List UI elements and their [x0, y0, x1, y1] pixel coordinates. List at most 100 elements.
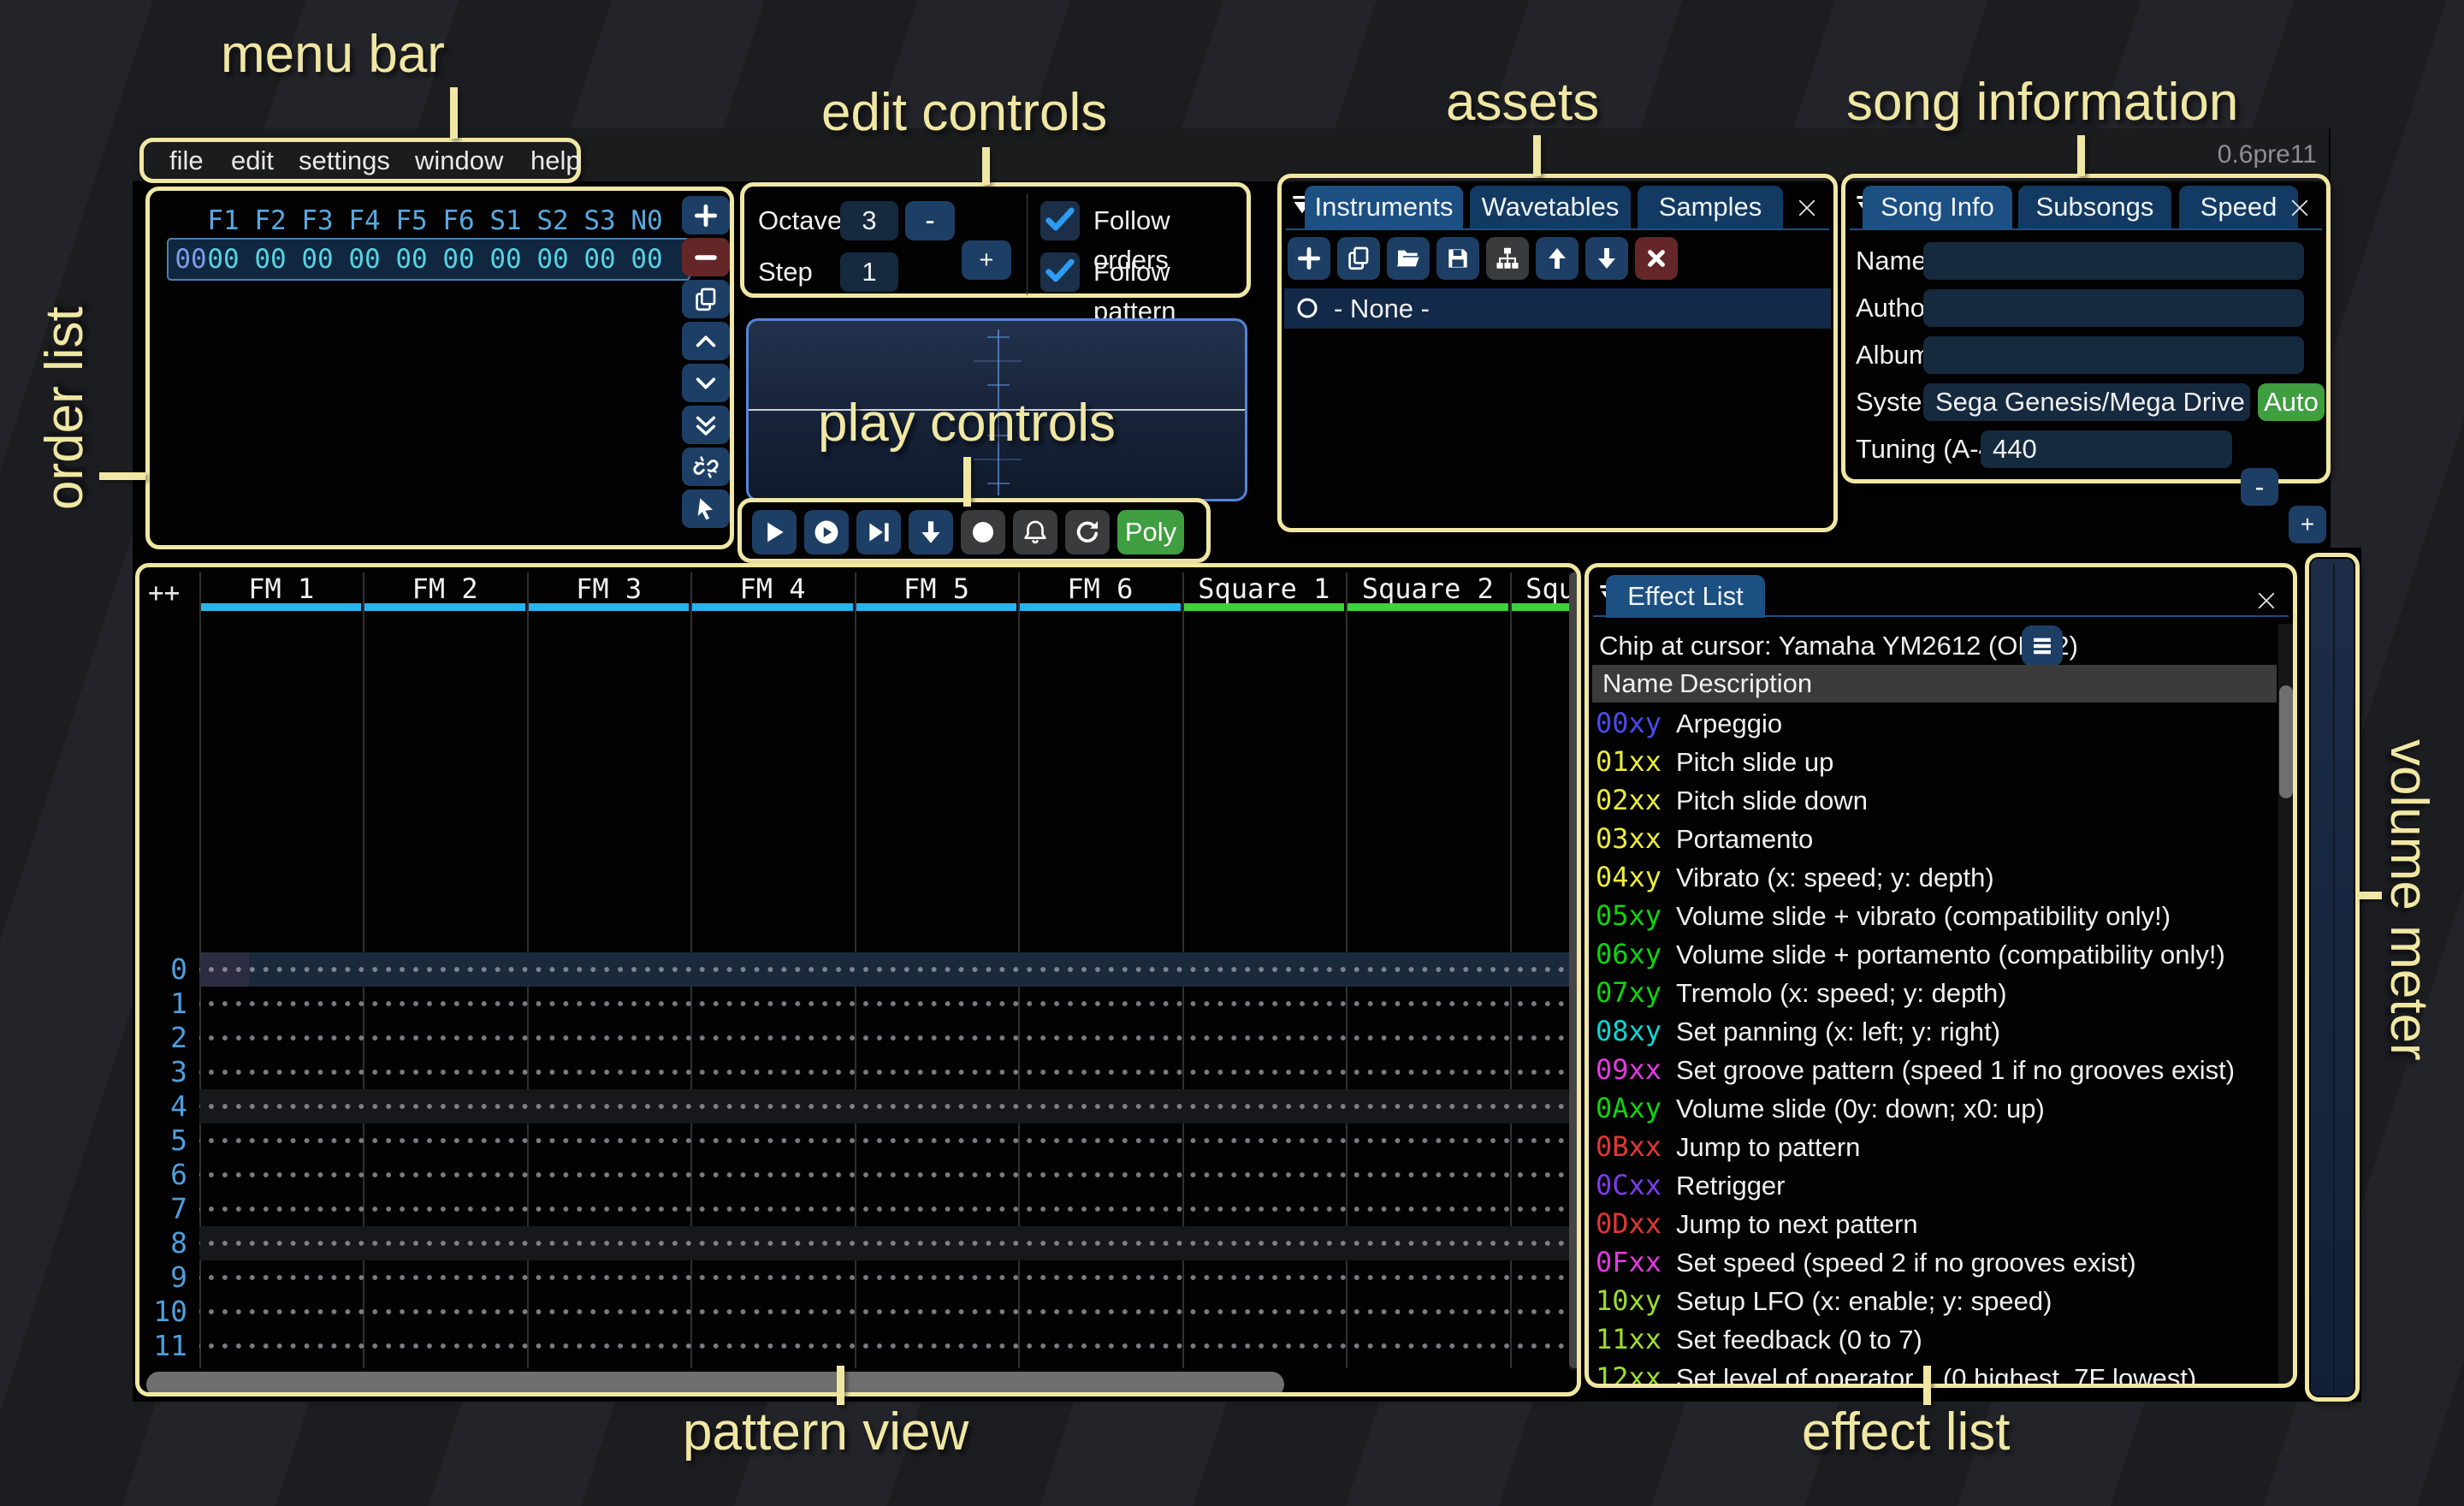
expand-channels-button[interactable]: ++: [148, 578, 180, 608]
channel-header-fm-2[interactable]: FM 2: [363, 574, 526, 603]
tab-subsongs[interactable]: Subsongs: [2018, 186, 2171, 228]
vertical-scrollbar-track[interactable]: [1569, 572, 1580, 1370]
channel-header-fm-5[interactable]: FM 5: [855, 574, 1018, 603]
effect-row[interactable]: 02xxPitch slide down: [1589, 781, 2290, 820]
horizontal-scrollbar[interactable]: [146, 1372, 1284, 1396]
octave-value[interactable]: 3: [840, 201, 898, 240]
effect-row[interactable]: 0FxxSet speed (speed 2 if no grooves exi…: [1589, 1243, 2290, 1282]
poly-button[interactable]: Poly: [1117, 510, 1184, 554]
order-cell[interactable]: 00: [341, 238, 388, 281]
order-cell[interactable]: 00: [388, 238, 435, 281]
tab-wavetables[interactable]: Wavetables: [1470, 186, 1631, 228]
tuning-increase-button[interactable]: +: [2289, 506, 2326, 543]
effect-row[interactable]: 04xyVibrato (x: speed; y: depth): [1589, 858, 2290, 897]
channel-header-square-2[interactable]: Square 2: [1346, 574, 1509, 603]
step-one-row-button[interactable]: [909, 510, 953, 554]
move-asset-down-button[interactable]: [1585, 237, 1628, 280]
duplicate-order-end-button[interactable]: [682, 406, 730, 444]
follow-orders-checkbox[interactable]: [1040, 201, 1080, 240]
octave-decrease-button[interactable]: -: [905, 201, 955, 240]
effect-list-scrollbar[interactable]: [2278, 624, 2294, 1384]
effect-row[interactable]: 0BxxJump to pattern: [1589, 1128, 2290, 1166]
effect-row[interactable]: 06xyVolume slide + portamento (compatibi…: [1589, 935, 2290, 974]
channel-header-fm-3[interactable]: FM 3: [527, 574, 690, 603]
deep-clone-order-button[interactable]: [682, 448, 730, 486]
vertical-scrollbar-thumb[interactable]: [1569, 572, 1580, 1368]
remove-order-button[interactable]: [682, 238, 730, 276]
tuning-decrease-button[interactable]: -: [2241, 468, 2278, 506]
order-cell[interactable]: 00: [482, 238, 530, 281]
asset-directories-button[interactable]: [1486, 237, 1529, 280]
menu-item-file[interactable]: file: [169, 142, 204, 179]
move-order-up-button[interactable]: [682, 322, 730, 360]
effect-row[interactable]: 0DxxJump to next pattern: [1589, 1205, 2290, 1243]
step-value[interactable]: 1: [840, 252, 898, 292]
effect-row[interactable]: 0AxyVolume slide (0y: down; x0: up): [1589, 1089, 2290, 1128]
system-value[interactable]: Sega Genesis/Mega Drive: [1923, 383, 2250, 421]
menu-item-edit[interactable]: edit: [231, 142, 274, 179]
effect-row[interactable]: 09xxSet groove pattern (speed 1 if no gr…: [1589, 1051, 2290, 1089]
add-asset-button[interactable]: [1288, 237, 1330, 280]
order-cell[interactable]: 00: [576, 238, 624, 281]
duplicate-order-button[interactable]: [682, 280, 730, 318]
order-cell[interactable]: 00: [529, 238, 577, 281]
delete-asset-button[interactable]: [1635, 237, 1678, 280]
effect-row[interactable]: 00xyArpeggio: [1589, 704, 2290, 743]
effect-code: 05xy: [1596, 897, 1661, 935]
menu-item-settings[interactable]: settings: [299, 142, 390, 179]
effect-row[interactable]: 0CxxRetrigger: [1589, 1166, 2290, 1205]
play-pattern-button[interactable]: [804, 510, 849, 554]
order-cell[interactable]: 00: [293, 238, 341, 281]
close-icon[interactable]: [1794, 195, 1821, 222]
stop-button[interactable]: [961, 510, 1005, 554]
effect-row[interactable]: 12xxSet level of operator 1 (0 highest, …: [1589, 1359, 2290, 1388]
follow-pattern-checkbox[interactable]: [1040, 252, 1080, 292]
effect-list-menu-button[interactable]: [2022, 626, 2063, 667]
name-field[interactable]: [1923, 242, 2304, 280]
effect-row[interactable]: 08xySet panning (x: left; y: right): [1589, 1012, 2290, 1051]
tab-instruments[interactable]: Instruments: [1305, 186, 1463, 228]
order-cell[interactable]: 00: [246, 238, 294, 281]
channel-header-fm-6[interactable]: FM 6: [1018, 574, 1182, 603]
system-auto-button[interactable]: Auto: [2258, 383, 2325, 421]
channel-header-fm-4[interactable]: FM 4: [690, 574, 854, 603]
channel-header-square-1[interactable]: Square 1: [1182, 574, 1346, 603]
play-button[interactable]: [752, 510, 797, 554]
order-change-mode-button[interactable]: [682, 489, 730, 528]
menu-item-help[interactable]: help: [530, 142, 581, 179]
effect-list-scrollbar-thumb[interactable]: [2279, 685, 2293, 798]
close-icon[interactable]: [2287, 195, 2314, 222]
repeat-pattern-button[interactable]: [1065, 510, 1110, 554]
move-order-down-button[interactable]: [682, 364, 730, 402]
save-asset-button[interactable]: [1436, 237, 1479, 280]
album-field[interactable]: [1923, 336, 2304, 374]
tab-song-info[interactable]: Song Info: [1863, 186, 2012, 228]
menu-item-window[interactable]: window: [415, 142, 503, 179]
tab-effect-list[interactable]: Effect List: [1606, 575, 1765, 618]
order-cell[interactable]: 00: [435, 238, 483, 281]
effect-row[interactable]: 10xySetup LFO (x: enable; y: speed): [1589, 1282, 2290, 1320]
order-cell[interactable]: 00: [623, 238, 671, 281]
pattern-grid[interactable]: [199, 952, 1569, 1364]
close-icon[interactable]: [2254, 588, 2281, 615]
metronome-button[interactable]: [1013, 510, 1057, 554]
octave-increase-button[interactable]: +: [962, 240, 1011, 280]
effect-row[interactable]: 05xyVolume slide + vibrato (compatibilit…: [1589, 897, 2290, 935]
tab-speed[interactable]: Speed: [2179, 186, 2298, 228]
channel-header-fm-1[interactable]: FM 1: [199, 574, 363, 603]
move-asset-up-button[interactable]: [1536, 237, 1578, 280]
tab-samples[interactable]: Samples: [1638, 186, 1783, 228]
effect-row[interactable]: 03xxPortamento: [1589, 820, 2290, 858]
author-field[interactable]: [1923, 289, 2304, 327]
open-asset-button[interactable]: [1387, 237, 1430, 280]
asset-list-item[interactable]: - None -: [1284, 288, 1831, 329]
duplicate-asset-button[interactable]: [1337, 237, 1380, 280]
effect-code: 00xy: [1596, 704, 1661, 743]
effect-row[interactable]: 07xyTremolo (x: speed; y: depth): [1589, 974, 2290, 1012]
effect-row[interactable]: 11xxSet feedback (0 to 7): [1589, 1320, 2290, 1359]
tuning-value[interactable]: 440: [1981, 430, 2232, 468]
play-from-cursor-button[interactable]: [856, 510, 901, 554]
effect-row[interactable]: 01xxPitch slide up: [1589, 743, 2290, 781]
add-order-button[interactable]: [682, 196, 730, 234]
order-cell[interactable]: 00: [199, 238, 247, 281]
